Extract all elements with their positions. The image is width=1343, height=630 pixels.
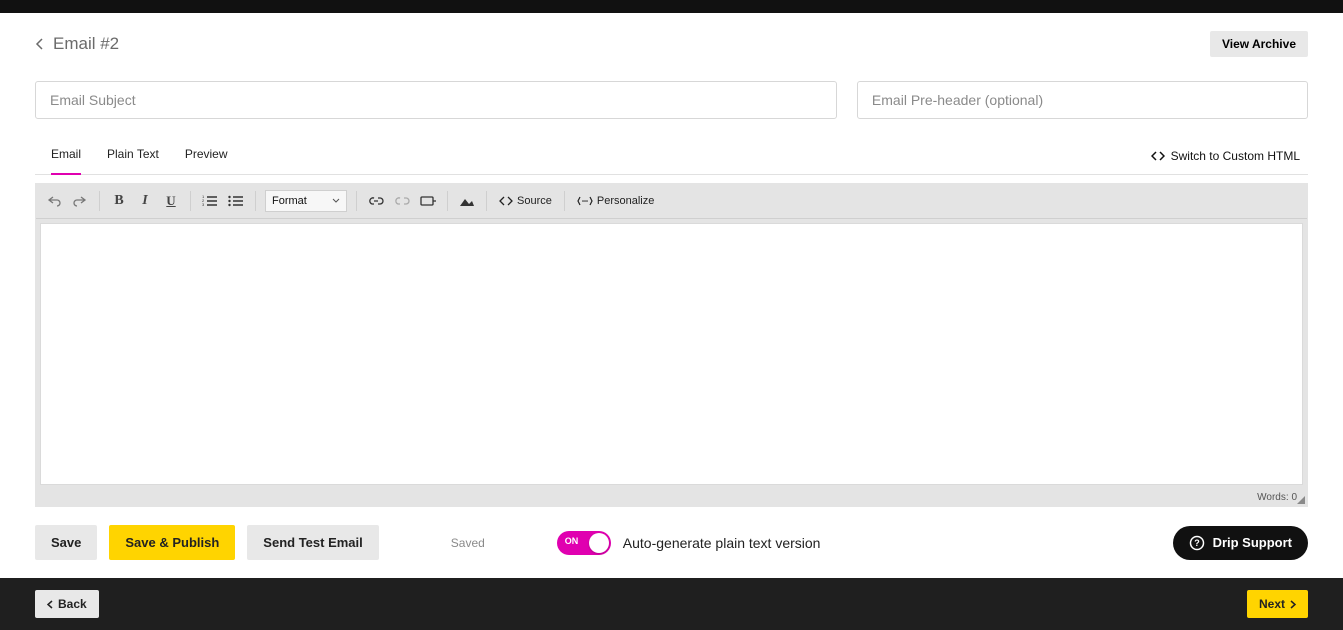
back-label: Back — [58, 597, 87, 611]
link-button[interactable] — [366, 191, 386, 211]
rich-text-editor: B I U 123 Format — [35, 183, 1308, 507]
support-label: Drip Support — [1213, 535, 1292, 550]
inputs-row — [35, 81, 1308, 119]
personalize-button[interactable]: Personalize — [574, 195, 657, 207]
save-publish-button[interactable]: Save & Publish — [109, 525, 235, 560]
svg-text:3: 3 — [202, 202, 205, 207]
view-archive-button[interactable]: View Archive — [1210, 31, 1308, 57]
subject-field-wrap — [35, 81, 837, 119]
auto-plaintext-label: Auto-generate plain text version — [623, 535, 821, 551]
back-to-list[interactable]: Email #2 — [35, 34, 119, 54]
editor-toolbar: B I U 123 Format — [36, 184, 1307, 219]
toolbar-separator — [99, 191, 100, 211]
next-button[interactable]: Next — [1247, 590, 1308, 618]
auto-plaintext-toggle[interactable]: ON — [557, 531, 611, 555]
next-label: Next — [1259, 597, 1285, 611]
auto-plaintext-toggle-wrap: ON Auto-generate plain text version — [557, 531, 821, 555]
svg-text:?: ? — [1194, 538, 1200, 548]
toolbar-separator — [255, 191, 256, 211]
unlink-button[interactable] — [392, 191, 412, 211]
caret-down-icon — [332, 198, 340, 204]
underline-button[interactable]: U — [161, 191, 181, 211]
toolbar-separator — [486, 191, 487, 211]
tabs-row: Email Plain Text Preview Switch to Custo… — [35, 137, 1308, 175]
email-subject-input[interactable] — [35, 81, 837, 119]
saved-indicator: Saved — [451, 536, 485, 550]
page-content: Email #2 View Archive Email Plain Text P… — [0, 13, 1343, 578]
bold-button[interactable]: B — [109, 191, 129, 211]
actions-row: Save Save & Publish Send Test Email Save… — [35, 507, 1308, 578]
chevron-right-icon — [1289, 600, 1296, 609]
toolbar-separator — [356, 191, 357, 211]
toolbar-separator — [447, 191, 448, 211]
tab-preview[interactable]: Preview — [185, 137, 228, 175]
resize-handle[interactable] — [1297, 496, 1305, 504]
tab-email[interactable]: Email — [51, 137, 81, 175]
source-label: Source — [517, 195, 552, 207]
toolbar-separator — [564, 191, 565, 211]
anchor-button[interactable] — [418, 191, 438, 211]
save-button[interactable]: Save — [35, 525, 97, 560]
switch-custom-html-link[interactable]: Switch to Custom HTML — [1151, 149, 1308, 163]
editor-canvas[interactable] — [40, 223, 1303, 485]
code-icon — [1151, 151, 1165, 161]
page-title: Email #2 — [53, 34, 119, 54]
words-label: Words: — [1257, 492, 1291, 503]
preheader-field-wrap — [857, 81, 1308, 119]
toggle-on-text: ON — [565, 536, 579, 546]
drip-support-button[interactable]: ? Drip Support — [1173, 526, 1308, 560]
italic-button[interactable]: I — [135, 191, 155, 211]
chevron-left-icon — [35, 38, 45, 50]
toolbar-separator — [190, 191, 191, 211]
toggle-knob — [589, 533, 609, 553]
unordered-list-button[interactable] — [226, 191, 246, 211]
tab-plain-text[interactable]: Plain Text — [107, 137, 159, 175]
chevron-left-icon — [47, 600, 54, 609]
image-button[interactable] — [457, 191, 477, 211]
help-icon: ? — [1189, 535, 1205, 551]
send-test-button[interactable]: Send Test Email — [247, 525, 378, 560]
switch-html-label: Switch to Custom HTML — [1171, 149, 1300, 163]
email-preheader-input[interactable] — [857, 81, 1308, 119]
redo-button[interactable] — [70, 191, 90, 211]
back-button[interactable]: Back — [35, 590, 99, 618]
title-row: Email #2 View Archive — [35, 31, 1308, 57]
top-nav-bar — [0, 0, 1343, 13]
undo-button[interactable] — [44, 191, 64, 211]
format-label: Format — [272, 195, 307, 207]
bottom-bar: Back Next — [0, 578, 1343, 630]
source-button[interactable]: Source — [496, 195, 555, 207]
editor-tabs: Email Plain Text Preview — [35, 137, 228, 174]
word-count: Words: 0 — [36, 489, 1307, 506]
personalize-label: Personalize — [597, 195, 654, 207]
format-dropdown[interactable]: Format — [265, 190, 347, 212]
ordered-list-button[interactable]: 123 — [200, 191, 220, 211]
